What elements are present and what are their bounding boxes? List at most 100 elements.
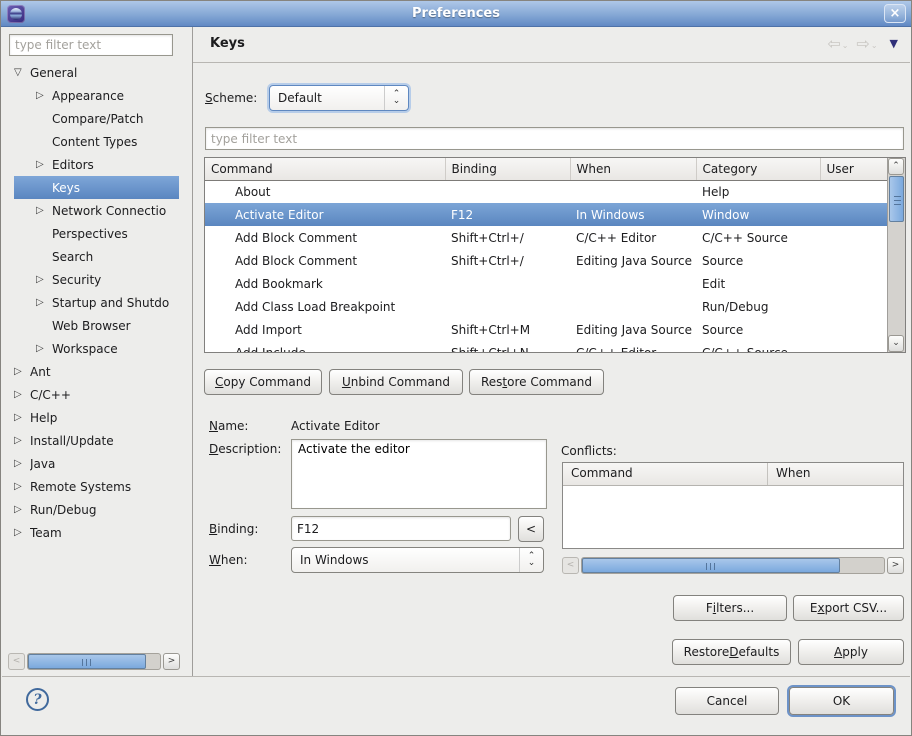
sidebar-item-install-update[interactable]: ▷Install/Update [14,429,179,452]
sidebar-item-compare-patch[interactable]: Compare/Patch [14,107,179,130]
table-row[interactable]: Add BookmarkEdit [205,272,887,295]
table-header-row: Command Binding When Category User [205,158,887,180]
when-value: In Windows [292,553,519,567]
sidebar-item-keys[interactable]: Keys [14,176,179,199]
capture-key-icon[interactable]: < [518,516,544,542]
expander-collapsed-icon[interactable]: ▷ [14,412,30,423]
sidebar-item-content-types[interactable]: Content Types [14,130,179,153]
expander-collapsed-icon[interactable]: ▷ [14,366,30,377]
sidebar-item-help[interactable]: ▷Help [14,406,179,429]
sidebar-item-web-browser[interactable]: Web Browser [14,314,179,337]
table-row[interactable]: Add ImportShift+Ctrl+MEditing Java Sourc… [205,318,887,341]
expander-collapsed-icon[interactable]: ▷ [36,205,52,216]
eclipse-app-icon [7,5,25,23]
expander-collapsed-icon[interactable]: ▷ [14,481,30,492]
expander-collapsed-icon[interactable]: ▷ [14,504,30,515]
eclipse-orb-icon [10,8,22,20]
scroll-right-icon[interactable]: > [887,557,904,574]
apply-button[interactable]: Apply [798,639,904,665]
window-title: Preferences [1,6,911,21]
conflicts-horizontal-scrollbar[interactable]: < > [562,557,904,574]
help-icon[interactable]: ? [26,688,49,711]
expander-collapsed-icon[interactable]: ▷ [36,90,52,101]
expander-collapsed-icon[interactable]: ▷ [36,343,52,354]
sidebar-item-general[interactable]: ▽General [14,61,179,84]
scroll-right-icon[interactable]: > [163,653,180,670]
table-row[interactable]: Add Class Load BreakpointRun/Debug [205,295,887,318]
tree-filter-input[interactable] [9,34,173,56]
back-dropdown-icon[interactable]: ⌄ [842,41,849,50]
forward-dropdown-icon[interactable]: ⌄ [871,41,878,50]
scroll-left-icon[interactable]: < [562,557,579,574]
ok-button[interactable]: OK [789,687,894,715]
sidebar-item-security[interactable]: ▷Security [14,268,179,291]
column-header-user[interactable]: User [820,158,887,180]
scrollbar-thumb[interactable] [582,558,840,573]
table-row-selected[interactable]: Activate EditorF12In WindowsWindow [205,203,887,226]
scheme-label: Scheme: [205,91,257,105]
combo-spinner-icon[interactable]: ⌃ ⌄ [519,548,543,572]
conflicts-column-command[interactable]: Command [563,463,768,485]
copy-command-button[interactable]: Copy Command [204,369,322,395]
column-header-when[interactable]: When [570,158,696,180]
dialog-button-bar: ? Cancel OK [2,676,910,734]
expander-collapsed-icon[interactable]: ▷ [14,458,30,469]
filters-button[interactable]: Filters... [673,595,787,621]
sidebar-item-ant[interactable]: ▷Ant [14,360,179,383]
forward-icon[interactable]: ⇨ [856,34,869,53]
sidebar-item-team[interactable]: ▷Team [14,521,179,544]
sidebar-item-search[interactable]: Search [14,245,179,268]
scrollbar-thumb[interactable] [889,176,904,222]
column-header-category[interactable]: Category [696,158,820,180]
expander-collapsed-icon[interactable]: ▷ [36,274,52,285]
back-icon[interactable]: ⇦ [827,34,840,53]
sidebar-item-workspace[interactable]: ▷Workspace [14,337,179,360]
expander-expanded-icon[interactable]: ▽ [14,67,30,78]
column-header-binding[interactable]: Binding [445,158,570,180]
column-header-command[interactable]: Command [205,158,445,180]
titlebar[interactable]: Preferences × [1,1,911,27]
preference-tree-panel: ▽General ▷Appearance Compare/Patch Conte… [2,27,193,676]
table-vertical-scrollbar[interactable]: ⌃ ⌄ [887,158,905,352]
expander-collapsed-icon[interactable]: ▷ [14,435,30,446]
sidebar-item-appearance[interactable]: ▷Appearance [14,84,179,107]
scroll-up-icon[interactable]: ⌃ [888,158,904,175]
sidebar-item-java[interactable]: ▷Java [14,452,179,475]
description-textarea[interactable]: Activate the editor [291,439,547,509]
table-row[interactable]: Add Block CommentShift+Ctrl+/C/C++ Edito… [205,226,887,249]
cancel-button[interactable]: Cancel [675,687,779,715]
scrollbar-thumb[interactable] [28,654,146,669]
close-icon[interactable]: × [884,4,906,23]
preferences-dialog: Preferences × ▽General ▷Appearance Compa… [0,0,912,736]
restore-command-button[interactable]: Restore Command [469,369,604,395]
combo-spinner-icon[interactable]: ⌃ ⌄ [384,86,408,110]
expander-collapsed-icon[interactable]: ▷ [14,389,30,400]
command-filter-input[interactable] [205,127,904,150]
sidebar-item-editors[interactable]: ▷Editors [14,153,179,176]
sidebar-item-c-cpp[interactable]: ▷C/C++ [14,383,179,406]
tree-horizontal-scrollbar[interactable]: < > [8,653,180,670]
table-row[interactable]: Add IncludeShift+Ctrl+NC/C++ EditorC/C++… [205,341,887,353]
table-row[interactable]: Add Block CommentShift+Ctrl+/Editing Jav… [205,249,887,272]
sidebar-item-perspectives[interactable]: Perspectives [14,222,179,245]
conflicts-column-when[interactable]: When [768,463,818,485]
scheme-combo[interactable]: Default ⌃ ⌄ [269,85,409,111]
restore-defaults-button[interactable]: Restore Defaults [672,639,791,665]
scroll-left-icon[interactable]: < [8,653,25,670]
sidebar-item-startup-and-shutdown[interactable]: ▷Startup and Shutdo [14,291,179,314]
expander-collapsed-icon[interactable]: ▷ [36,159,52,170]
preference-tree: ▽General ▷Appearance Compare/Patch Conte… [2,61,191,544]
conflicts-header-row: Command When [563,463,903,486]
expander-collapsed-icon[interactable]: ▷ [36,297,52,308]
view-menu-icon[interactable]: ▼ [890,37,898,50]
binding-input[interactable] [291,516,511,541]
when-combo[interactable]: In Windows ⌃ ⌄ [291,547,544,573]
sidebar-item-remote-systems[interactable]: ▷Remote Systems [14,475,179,498]
sidebar-item-network-connections[interactable]: ▷Network Connectio [14,199,179,222]
unbind-command-button[interactable]: Unbind Command [329,369,463,395]
scroll-down-icon[interactable]: ⌄ [888,335,904,352]
export-csv-button[interactable]: Export CSV... [793,595,904,621]
expander-collapsed-icon[interactable]: ▷ [14,527,30,538]
table-row[interactable]: AboutHelp [205,180,887,203]
sidebar-item-run-debug[interactable]: ▷Run/Debug [14,498,179,521]
